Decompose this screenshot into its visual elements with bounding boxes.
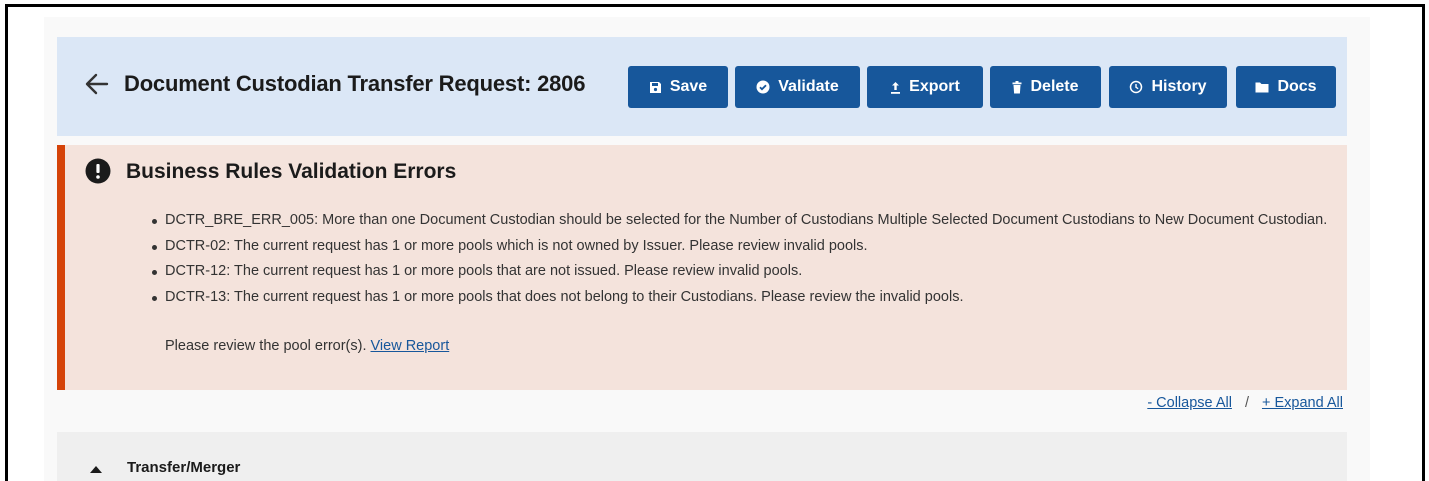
docs-button[interactable]: Docs — [1236, 66, 1336, 108]
delete-button[interactable]: Delete — [990, 66, 1101, 108]
save-icon — [649, 81, 662, 94]
check-circle-icon — [756, 80, 770, 94]
error-item: DCTR_BRE_ERR_005: More than one Document… — [152, 208, 1345, 234]
save-button-label: Save — [669, 78, 708, 95]
collapse-expand-controls: - Collapse All / + Expand All — [1147, 395, 1343, 411]
validation-error-alert: Business Rules Validation Errors DCTR_BR… — [57, 145, 1347, 390]
collapse-all-link[interactable]: - Collapse All — [1147, 395, 1232, 411]
alert-title: Business Rules Validation Errors — [126, 160, 457, 183]
error-list: DCTR_BRE_ERR_005: More than one Document… — [152, 208, 1345, 311]
export-button[interactable]: Export — [867, 66, 983, 108]
history-button-label: History — [1151, 78, 1207, 95]
window-frame: Document Custodian Transfer Request: 280… — [5, 4, 1425, 481]
error-item: DCTR-02: The current request has 1 or mo… — [152, 234, 1345, 260]
validate-button-label: Validate — [778, 78, 839, 95]
toggle-separator: / — [1244, 395, 1249, 411]
view-report-link[interactable]: View Report — [371, 338, 450, 354]
error-item: DCTR-12: The current request has 1 or mo… — [152, 259, 1345, 285]
caret-up-icon[interactable] — [89, 461, 103, 473]
page-content: Document Custodian Transfer Request: 280… — [44, 17, 1370, 481]
error-item: DCTR-13: The current request has 1 or mo… — [152, 285, 1345, 311]
export-button-label: Export — [909, 78, 960, 95]
accordion-title: Transfer/Merger — [127, 459, 241, 476]
accordion-transfer-merger[interactable]: Transfer/Merger — [57, 432, 1347, 481]
folder-icon — [1255, 81, 1269, 93]
page-header: Document Custodian Transfer Request: 280… — [57, 37, 1347, 136]
page-title: Document Custodian Transfer Request: 280… — [124, 71, 586, 96]
upload-icon — [890, 81, 901, 94]
history-button[interactable]: History — [1109, 66, 1227, 108]
delete-button-label: Delete — [1030, 78, 1079, 95]
save-button[interactable]: Save — [628, 66, 728, 108]
history-icon — [1129, 80, 1143, 94]
arrow-left-icon[interactable] — [83, 70, 111, 98]
expand-all-link[interactable]: + Expand All — [1262, 395, 1343, 411]
docs-button-label: Docs — [1277, 78, 1317, 95]
exclamation-circle-icon — [85, 158, 111, 184]
validate-button[interactable]: Validate — [735, 66, 860, 108]
trash-icon — [1012, 80, 1022, 94]
pool-error-note: Please review the pool error(s). View Re… — [165, 334, 449, 359]
pool-error-note-text: Please review the pool error(s). — [165, 338, 367, 354]
